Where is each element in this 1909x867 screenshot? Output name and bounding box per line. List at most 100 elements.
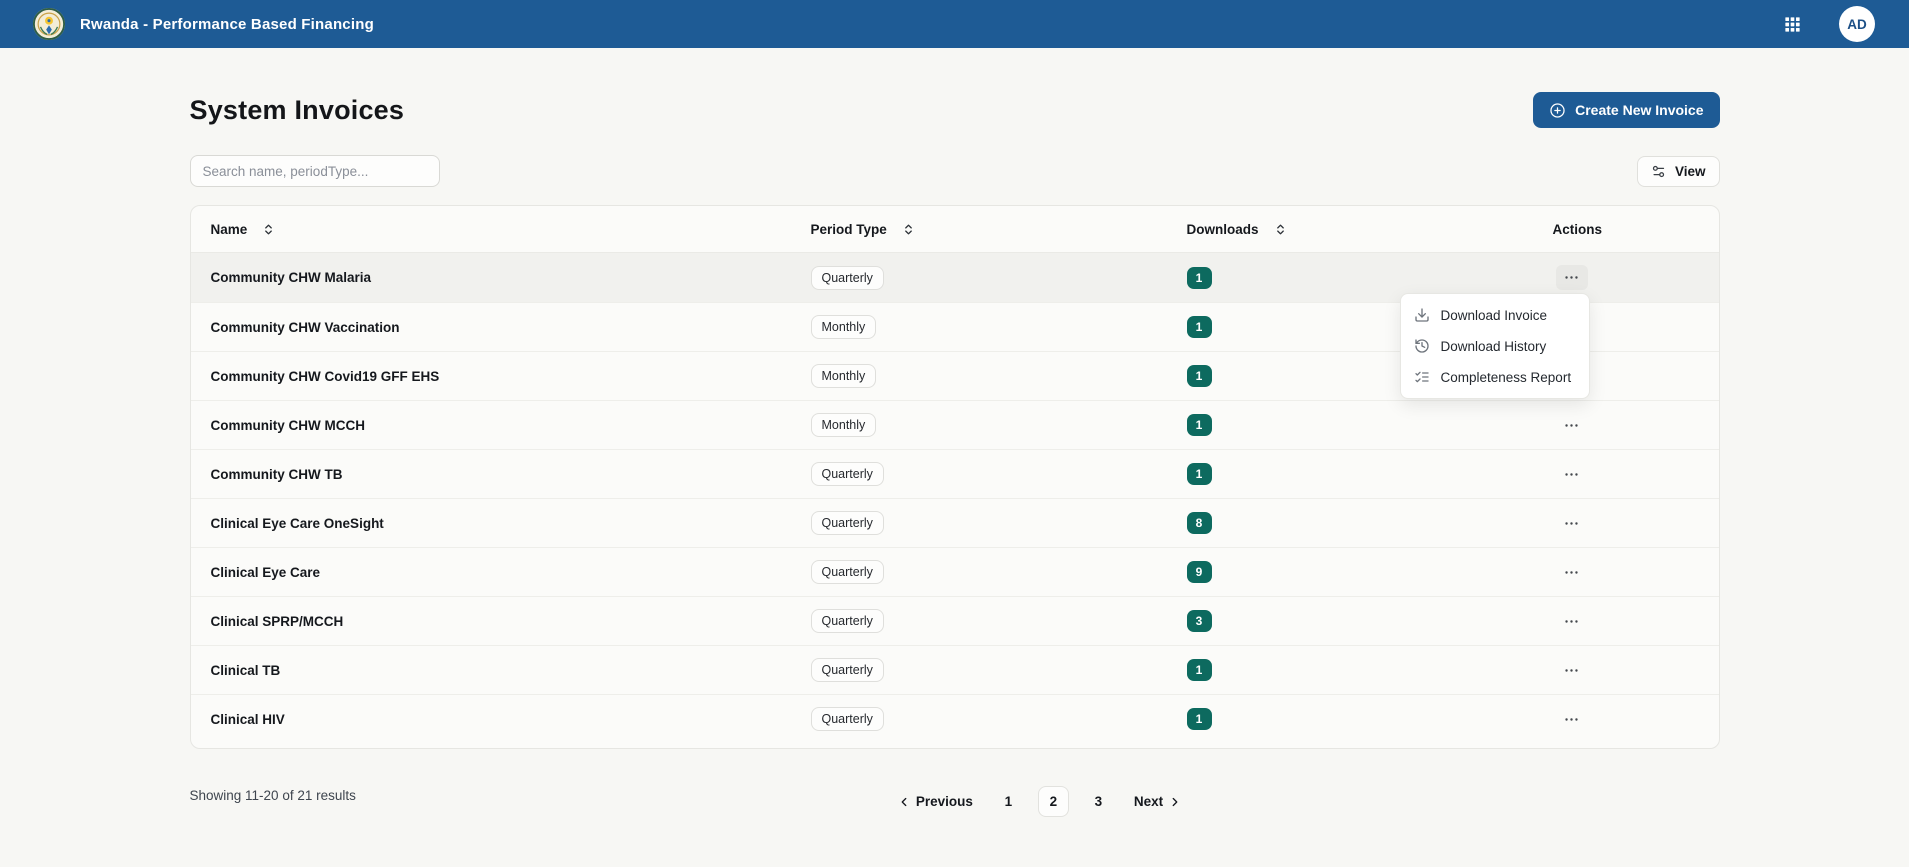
downloads-cell: 9: [1167, 561, 1533, 583]
period-type-cell: Quarterly: [791, 265, 1167, 290]
top-navbar: Rwanda - Performance Based Financing AD: [0, 0, 1909, 48]
page-button-3[interactable]: 3: [1083, 786, 1114, 817]
menu-item-download-history[interactable]: Download History: [1407, 331, 1583, 361]
period-type-cell: Monthly: [791, 413, 1167, 437]
column-header-actions-label: Actions: [1552, 221, 1603, 237]
column-header-name: Name: [191, 222, 791, 237]
row-actions-menu-button[interactable]: [1556, 462, 1588, 487]
column-header-actions: Actions: [1533, 222, 1719, 237]
period-type-badge: Quarterly: [810, 265, 884, 290]
column-header-downloads: Downloads: [1167, 222, 1533, 237]
previous-page-button[interactable]: Previous: [897, 794, 973, 809]
pager: Previous 1 2 3 Next: [360, 786, 1720, 817]
actions-cell: [1533, 265, 1719, 290]
column-header-name-label: Name: [210, 221, 248, 237]
main-content: System Invoices Create New Invoice View …: [189, 48, 1720, 817]
invoice-name: Clinical Eye Care OneSight: [210, 515, 384, 531]
ellipsis-icon: [1563, 662, 1580, 679]
row-actions-dropdown-menu: Download Invoice Download History Comple…: [1399, 293, 1590, 399]
actions-cell: [1533, 707, 1719, 732]
downloads-count-badge: 3: [1186, 610, 1212, 632]
period-type-badge: Quarterly: [810, 658, 884, 682]
chevrons-up-down-icon[interactable]: [902, 223, 915, 236]
invoice-name: Clinical Eye Care: [210, 564, 321, 580]
row-actions-menu-button[interactable]: [1556, 707, 1588, 732]
ellipsis-icon: [1563, 269, 1580, 286]
avatar-initials: AD: [1847, 16, 1867, 32]
actions-cell: [1533, 462, 1719, 487]
ellipsis-icon: [1563, 711, 1580, 728]
table-header-row: Name Period Type Downloads Actions: [190, 206, 1719, 253]
previous-label: Previous: [915, 794, 973, 809]
pagination-bar: Showing 11-20 of 21 results Previous 1 2…: [190, 786, 1720, 817]
page-button-1[interactable]: 1: [993, 786, 1024, 817]
downloads-count-badge: 1: [1186, 316, 1212, 338]
downloads-cell: 8: [1167, 512, 1533, 534]
create-new-invoice-button[interactable]: Create New Invoice: [1533, 92, 1720, 128]
menu-item-download-invoice[interactable]: Download Invoice: [1407, 300, 1583, 330]
column-header-period-type-label: Period Type: [810, 221, 887, 237]
ellipsis-icon: [1563, 417, 1580, 434]
table-row[interactable]: Clinical Eye Care OneSight Quarterly 8: [190, 498, 1719, 547]
chevrons-up-down-icon[interactable]: [262, 223, 275, 236]
ellipsis-icon: [1563, 564, 1580, 581]
table-row[interactable]: Clinical HIV Quarterly 1: [190, 694, 1719, 743]
next-page-button[interactable]: Next: [1134, 794, 1182, 809]
invoice-name: Clinical SPRP/MCCH: [210, 613, 344, 629]
table-row[interactable]: Clinical SPRP/MCCH Quarterly 3: [190, 596, 1719, 645]
row-actions-menu-button[interactable]: [1556, 658, 1588, 683]
rwanda-emblem-logo: [32, 7, 66, 41]
downloads-count-badge: 9: [1186, 561, 1212, 583]
invoice-name: Clinical HIV: [210, 711, 285, 727]
period-type-cell: Quarterly: [791, 560, 1167, 584]
downloads-count-badge: 1: [1186, 463, 1212, 485]
menu-item-completeness-report[interactable]: Completeness Report: [1407, 362, 1583, 392]
next-label: Next: [1133, 794, 1164, 809]
search-input[interactable]: [189, 155, 440, 187]
ellipsis-icon: [1563, 613, 1580, 630]
downloads-count-badge: 1: [1186, 266, 1212, 289]
list-checks-icon: [1414, 369, 1430, 385]
table-row[interactable]: Community CHW MCCH Monthly 1: [190, 400, 1719, 449]
ellipsis-icon: [1563, 515, 1580, 532]
downloads-cell: 1: [1167, 659, 1533, 681]
period-type-cell: Quarterly: [791, 462, 1167, 486]
row-actions-menu-button[interactable]: [1556, 511, 1588, 536]
invoice-name: Community CHW TB: [210, 466, 343, 482]
row-actions-menu-button[interactable]: [1556, 560, 1588, 585]
period-type-badge: Monthly: [810, 413, 877, 437]
results-summary: Showing 11-20 of 21 results: [189, 788, 356, 803]
grid-icon[interactable]: [1779, 11, 1805, 37]
download-icon: [1414, 307, 1430, 323]
downloads-cell: 1: [1167, 708, 1533, 730]
invoice-name: Community CHW Vaccination: [210, 319, 400, 335]
row-actions-menu-button[interactable]: [1556, 413, 1588, 438]
downloads-cell: 1: [1167, 414, 1533, 436]
table-row[interactable]: Clinical Eye Care Quarterly 9: [190, 547, 1719, 596]
period-type-badge: Quarterly: [810, 609, 884, 633]
period-type-badge: Quarterly: [810, 462, 884, 486]
sliders-icon: [1651, 164, 1666, 179]
period-type-cell: Monthly: [791, 364, 1167, 388]
invoices-table: Name Period Type Downloads Actions Commu…: [189, 205, 1720, 749]
menu-item-label: Download Invoice: [1440, 307, 1548, 323]
downloads-cell: 3: [1167, 610, 1533, 632]
app-title: Rwanda - Performance Based Financing: [80, 15, 374, 33]
period-type-cell: Quarterly: [791, 658, 1167, 682]
downloads-count-badge: 1: [1186, 708, 1212, 730]
table-row[interactable]: Clinical TB Quarterly 1: [190, 645, 1719, 694]
avatar[interactable]: AD: [1839, 6, 1875, 42]
period-type-cell: Monthly: [791, 315, 1167, 339]
row-actions-menu-button[interactable]: [1556, 609, 1588, 634]
table-row[interactable]: Community CHW TB Quarterly 1: [190, 449, 1719, 498]
period-type-badge: Monthly: [810, 315, 877, 339]
period-type-badge: Quarterly: [810, 560, 884, 584]
view-button[interactable]: View: [1636, 155, 1720, 187]
downloads-cell: 1: [1167, 463, 1533, 485]
actions-cell: [1533, 609, 1719, 634]
downloads-count-badge: 8: [1186, 512, 1212, 534]
chevrons-up-down-icon[interactable]: [1274, 223, 1287, 236]
row-actions-menu-button[interactable]: [1555, 265, 1588, 290]
downloads-cell: 1: [1167, 266, 1533, 289]
page-button-2-current[interactable]: 2: [1037, 786, 1069, 817]
